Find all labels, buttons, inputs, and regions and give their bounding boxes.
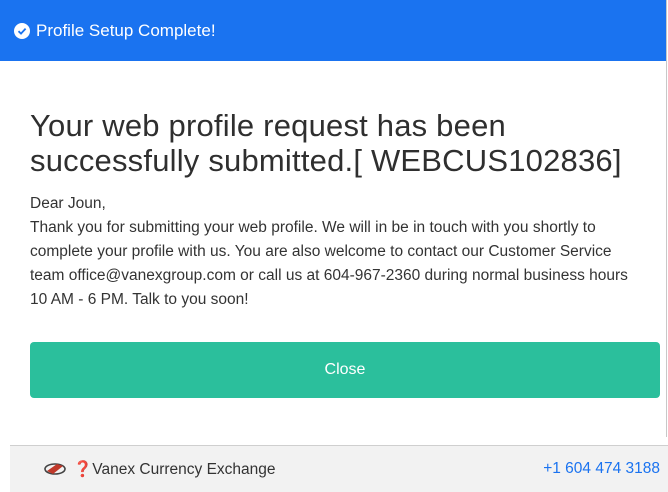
phone-link[interactable]: +1 604 474 3188: [543, 460, 660, 478]
close-button[interactable]: Close: [30, 342, 660, 398]
confirmation-message: Dear Joun, Thank you for submitting your…: [30, 192, 636, 312]
confirmation-heading: Your web profile request has been succes…: [30, 108, 622, 178]
vanex-logo-icon: [44, 463, 66, 475]
check-circle-icon: [14, 22, 30, 39]
site-footer: ❓Vanex Currency Exchange +1 604 474 3188: [10, 445, 668, 492]
modal-header: Profile Setup Complete!: [0, 0, 666, 61]
modal-title: Profile Setup Complete!: [36, 20, 216, 40]
profile-complete-modal: Profile Setup Complete! Your web profile…: [0, 0, 667, 437]
message-text: Thank you for submitting your web profil…: [30, 219, 628, 308]
greeting-text: Dear Joun,: [30, 195, 106, 212]
modal-body: Your web profile request has been succes…: [0, 108, 666, 398]
brand-name: ❓Vanex Currency Exchange: [73, 460, 276, 478]
